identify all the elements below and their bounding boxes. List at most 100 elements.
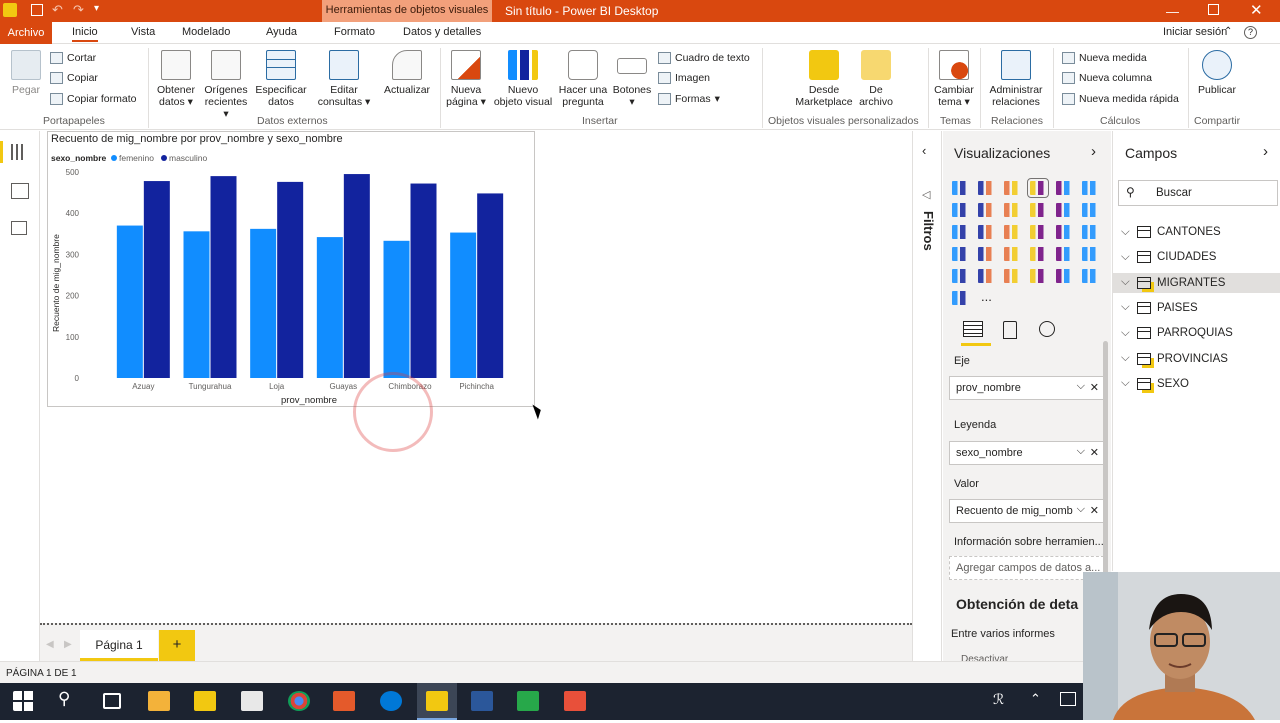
minimize-icon[interactable]: — [1166,4,1179,19]
paste-button[interactable]: Pegar [8,50,44,96]
chevron-down-icon[interactable]: ⌵ [1121,251,1131,264]
chevron-down-icon[interactable]: ⌵ [1077,445,1085,458]
bar-azuay-masculino[interactable] [143,181,170,378]
legend-item-masculino[interactable]: masculino [169,153,208,163]
tab-vista[interactable]: Vista [131,26,155,38]
key-influencers-visual-icon[interactable] [1082,269,1098,283]
prev-page-icon[interactable]: ◀ [46,639,54,650]
ask-question-button[interactable]: Hacer una pregunta [558,50,608,108]
get-data-button[interactable]: Obtener datos ▾ [153,50,199,108]
network-icon[interactable] [1060,692,1076,706]
app-icon[interactable] [333,691,355,711]
clustered-bar-visual-icon[interactable] [1004,181,1020,195]
stacked-bar-visual-icon[interactable] [952,181,968,195]
powerbi-taskbar-icon[interactable] [426,691,448,711]
area-visual-icon[interactable] [978,203,994,217]
remove-field-icon[interactable]: ✕ [1090,381,1099,394]
line-visual-icon[interactable] [952,203,968,217]
new-measure-button[interactable]: Nueva medida [1062,52,1147,64]
bar-tungurahua-masculino[interactable] [210,176,237,378]
bar-loja-masculino[interactable] [277,181,304,378]
table-visual-icon[interactable] [978,269,994,283]
chrome-icon[interactable] [288,691,310,711]
funnel-visual-icon[interactable] [978,247,994,261]
tooltips-drop-zone[interactable]: Agregar campos de datos a... [949,556,1104,580]
bar-pichincha-masculino[interactable] [477,193,504,378]
map-visual-icon[interactable] [1082,225,1098,239]
chevron-down-icon[interactable]: ⌵ [1077,503,1085,516]
chevron-down-icon[interactable]: ⌵ [1121,276,1131,289]
filters-pane-collapsed[interactable]: ‹ ◁ Filtros [912,131,942,661]
add-page-button[interactable]: + [159,630,195,661]
manage-relationships-button[interactable]: Administrar relaciones [985,50,1047,108]
task-view-icon[interactable] [103,693,121,709]
switch-theme-button[interactable]: Cambiar tema ▾ [932,50,976,108]
enter-data-button[interactable]: Especificar datos [254,50,308,108]
store-icon[interactable] [148,691,170,711]
quick-measure-button[interactable]: Nueva medida rápida [1062,93,1179,105]
shapes-button[interactable]: Formas ▾ [658,93,720,105]
search-icon[interactable]: ⚲ [58,689,70,709]
report-view-icon[interactable] [11,144,29,160]
new-page-button[interactable]: Nueva página ▾ [444,50,488,108]
chevron-down-icon[interactable]: ⌵ [1121,301,1131,314]
camtasia-red-icon[interactable] [564,691,586,711]
publish-button[interactable]: Publicar [1194,50,1240,96]
card-visual-icon[interactable] [1030,247,1046,261]
collapse-ribbon-icon[interactable]: ⌃ [1224,26,1232,37]
field-table-ciudades[interactable]: ⌵ CIUDADES [1121,247,1216,267]
legend-field-well[interactable]: sexo_nombre ⌵ ✕ [949,441,1104,465]
field-table-sexo[interactable]: ⌵ SEXO [1121,374,1189,394]
multi-row-card-visual-icon[interactable] [1056,247,1072,261]
format-roller-icon[interactable] [1003,321,1017,339]
line-column-visual-icon[interactable] [1030,203,1046,217]
copy-button[interactable]: Copiar [50,72,98,84]
new-column-button[interactable]: Nueva columna [1062,72,1152,84]
undo-icon[interactable]: ↶ [52,2,63,18]
field-table-paises[interactable]: ⌵ PAISES [1121,298,1198,318]
textbox-button[interactable]: Cuadro de texto [658,52,750,64]
format-painter-button[interactable]: Copiar formato [50,93,136,105]
file-explorer-icon[interactable] [194,691,216,711]
tab-inicio[interactable]: Inicio [72,26,98,42]
cut-button[interactable]: Cortar [50,52,96,64]
tab-ayuda[interactable]: Ayuda [266,26,297,38]
tab-formato[interactable]: Formato [334,26,375,38]
close-icon[interactable]: ✕ [1250,1,1263,19]
collapse-fields-icon[interactable]: › [1263,143,1268,160]
treemap-visual-icon[interactable] [1056,225,1072,239]
page-tab-1[interactable]: Página 1 [80,630,158,661]
tab-archivo[interactable]: Archivo [0,22,52,44]
chevron-down-icon[interactable]: ⌵ [1121,226,1131,239]
windows-start-icon[interactable] [13,691,35,711]
bar-chimborazo-femenino[interactable] [383,240,410,378]
save-icon[interactable] [31,4,43,16]
chevron-down-icon[interactable]: ⌵ [1121,352,1131,365]
axis-field-well[interactable]: prov_nombre ⌵ ✕ [949,376,1104,400]
maximize-icon[interactable] [1208,4,1219,15]
r-visual-visual-icon[interactable] [1030,269,1046,283]
slicer-visual-icon[interactable] [952,269,968,283]
redo-icon[interactable]: ↷ [73,2,84,18]
recent-sources-button[interactable]: Orígenes recientes ▾ [201,50,251,120]
field-table-cantones[interactable]: ⌵ CANTONES [1121,222,1221,242]
value-field-well[interactable]: Recuento de mig_nomb ⌵ ✕ [949,499,1104,523]
from-file-button[interactable]: De archivo [856,50,896,108]
remove-field-icon[interactable]: ✕ [1090,504,1099,517]
clustered-column-chart-visual[interactable]: Recuento de mig_nombre por prov_nombre y… [47,131,535,407]
model-view-icon[interactable] [11,221,27,235]
bar-tungurahua-femenino[interactable] [183,231,210,378]
fields-tab-icon[interactable] [963,321,983,337]
collapse-visualizations-icon[interactable]: › [1091,143,1096,160]
chevron-down-icon[interactable]: ⌵ [1121,327,1131,340]
tab-modelado[interactable]: Modelado [182,26,230,38]
help-icon[interactable]: ? [1244,26,1257,39]
tab-datos-y-detalles[interactable]: Datos y detalles [403,26,481,38]
bar-guayas-femenino[interactable] [316,237,343,378]
new-visual-button[interactable]: Nuevo objeto visual [491,50,555,108]
bar-azuay-femenino[interactable] [116,225,143,378]
chevron-down-icon[interactable]: ⌵ [1121,377,1131,390]
100-stacked-bar-visual-icon[interactable] [1056,181,1072,195]
word-icon[interactable] [471,691,493,711]
100-stacked-column-visual-icon[interactable] [1082,181,1098,195]
